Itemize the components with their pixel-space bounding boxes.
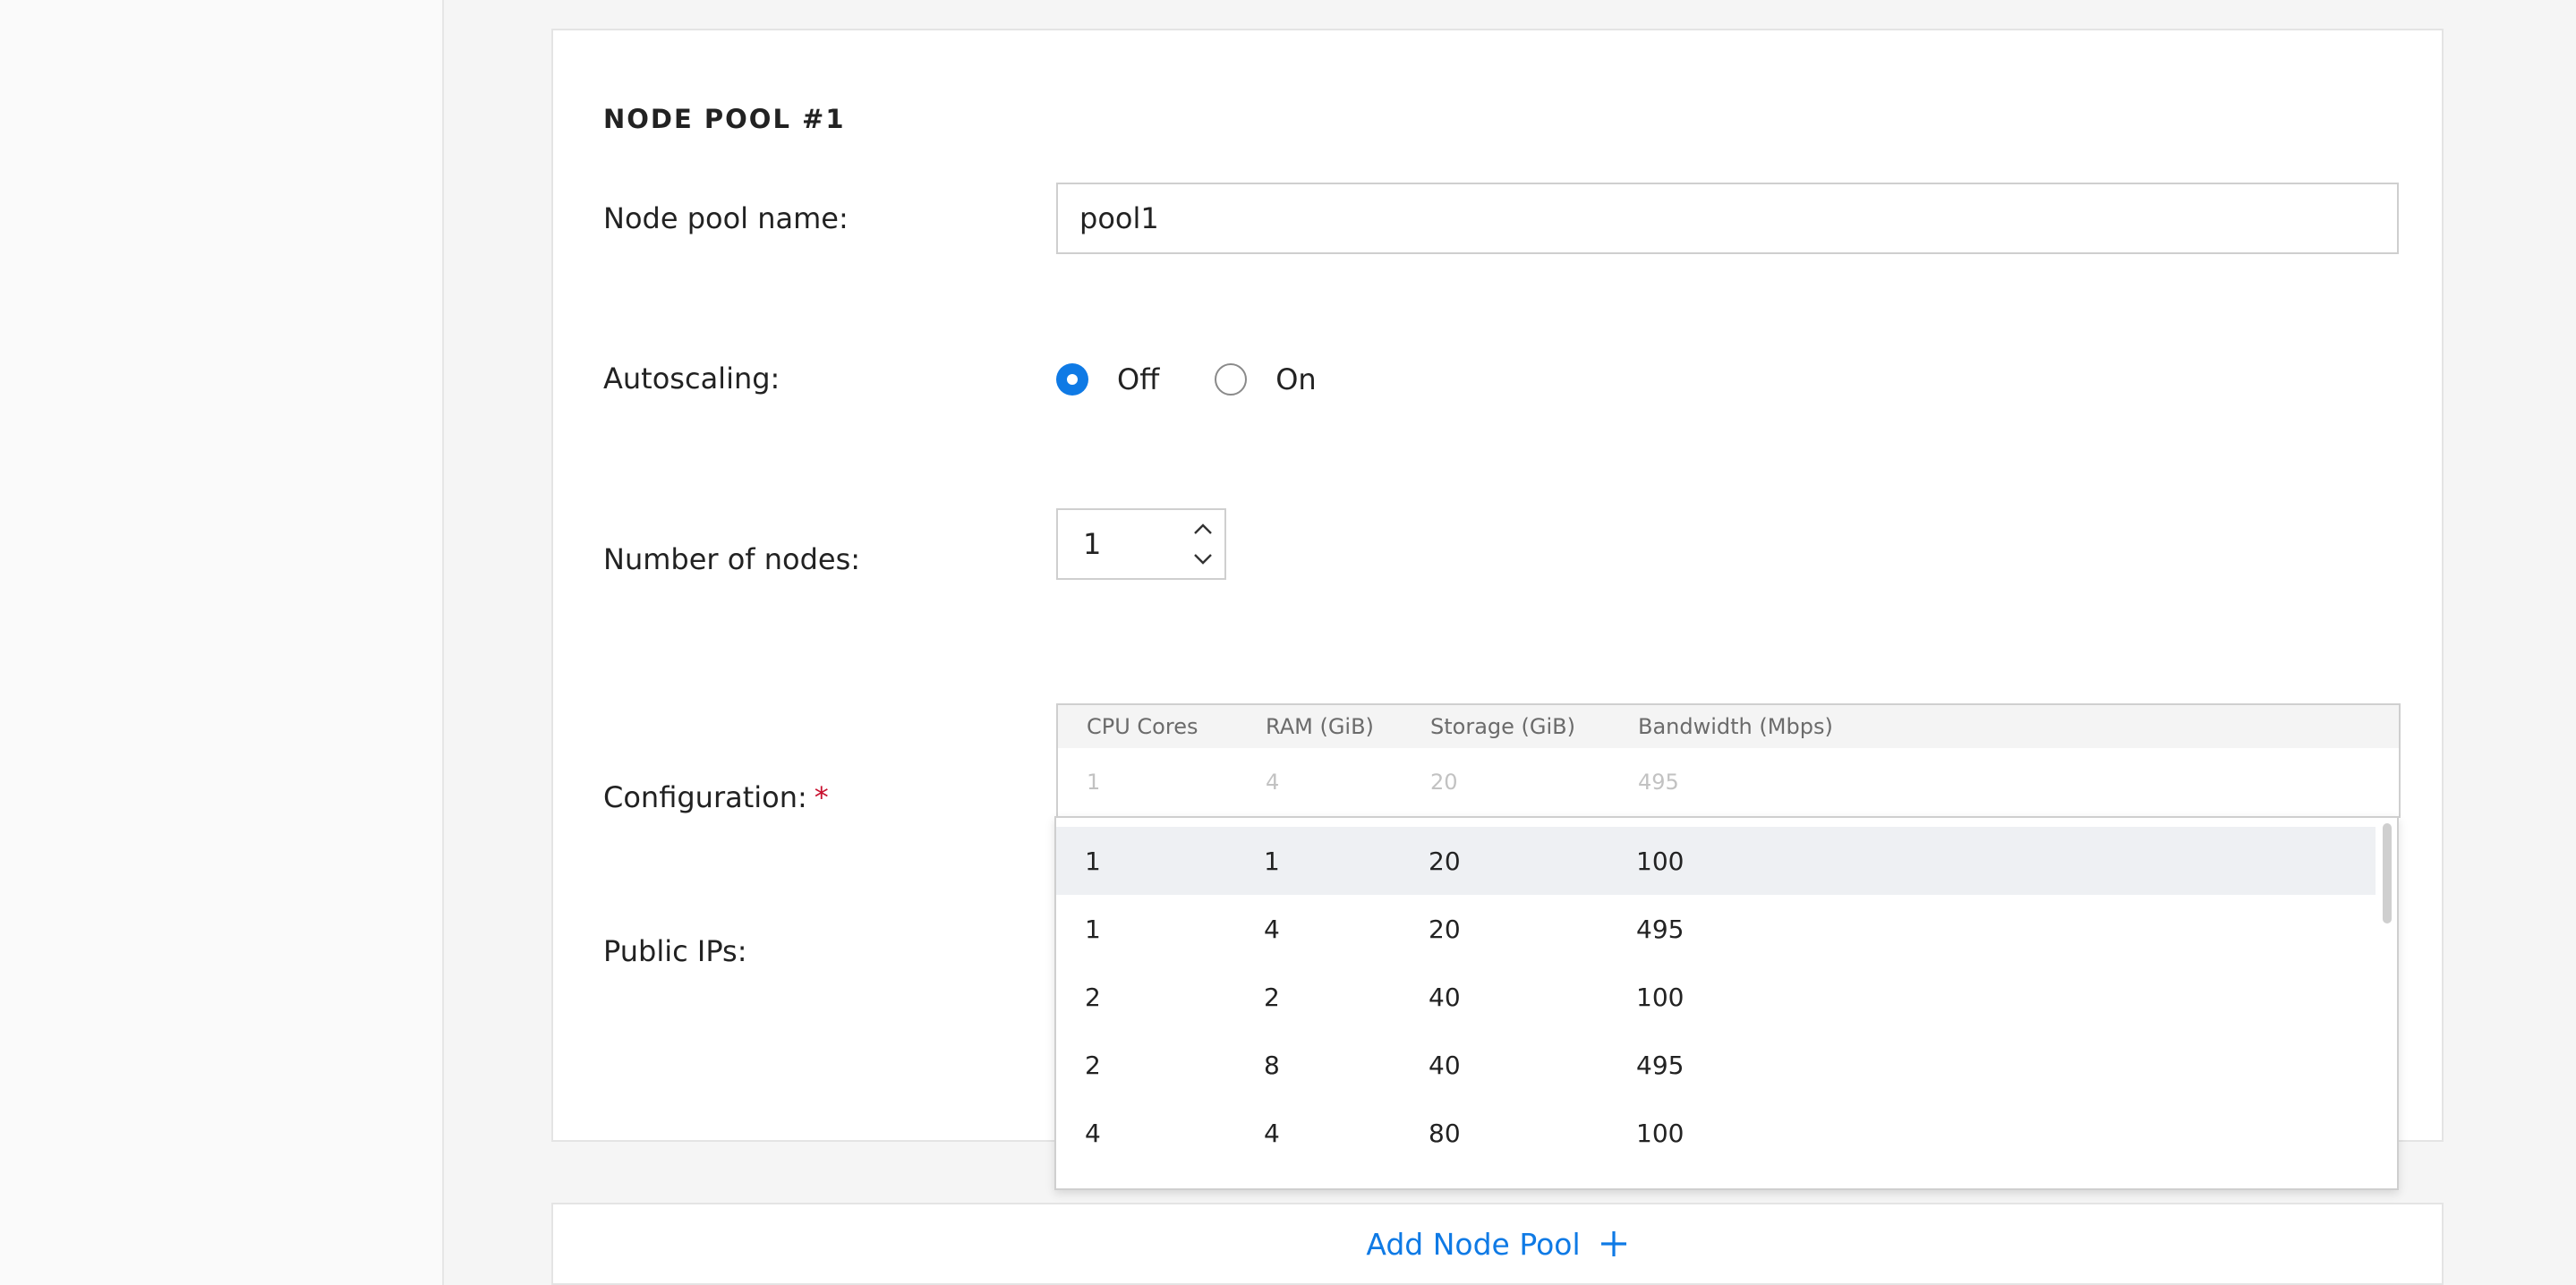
option-storage: 20 [1429, 846, 1461, 876]
option-bandwidth: 495 [1636, 1050, 1685, 1080]
option-ram: 8 [1264, 1050, 1280, 1080]
number-of-nodes-label: Number of nodes: [603, 542, 861, 576]
node-pool-name-value: pool1 [1079, 201, 1159, 235]
option-bandwidth: 100 [1636, 1118, 1685, 1148]
option-cpu: 1 [1085, 846, 1101, 876]
column-header-cpu: CPU Cores [1087, 714, 1198, 739]
option-bandwidth: 495 [1636, 914, 1685, 944]
autoscaling-on-radio[interactable] [1215, 363, 1248, 396]
configuration-label-text: Configuration: [603, 780, 807, 814]
option-cpu: 2 [1085, 982, 1101, 1012]
number-of-nodes-value: 1 [1083, 527, 1102, 561]
autoscaling-label: Autoscaling: [603, 362, 780, 396]
node-pool-name-label: Node pool name: [603, 201, 849, 235]
option-bandwidth: 100 [1636, 982, 1685, 1012]
option-cpu: 2 [1085, 1050, 1101, 1080]
option-ram: 2 [1264, 982, 1280, 1012]
list-item[interactable]: 2 2 40 100 [1056, 963, 2376, 1031]
list-item[interactable]: 1 1 20 100 [1056, 827, 2376, 895]
option-ram: 4 [1264, 1118, 1280, 1148]
left-sidebar [0, 0, 444, 1285]
chevron-down-icon[interactable] [1190, 549, 1215, 569]
configuration-label: Configuration: * [603, 780, 829, 814]
required-mark: * [814, 780, 829, 814]
option-storage: 80 [1429, 1118, 1461, 1148]
option-storage: 40 [1429, 982, 1461, 1012]
option-storage: 20 [1429, 914, 1461, 944]
autoscaling-off-radio[interactable] [1056, 363, 1088, 396]
dropdown-scrollbar[interactable] [2383, 823, 2392, 923]
list-item[interactable]: 1 4 20 495 [1056, 895, 2376, 963]
column-header-storage: Storage (GiB) [1430, 714, 1575, 739]
autoscaling-radio-group: Off On [1056, 362, 1372, 397]
node-pool-name-input[interactable]: pool1 [1056, 183, 2399, 254]
current-ram: 4 [1266, 770, 1280, 795]
public-ips-label: Public IPs: [603, 934, 747, 968]
autoscaling-on-label[interactable]: On [1275, 362, 1316, 396]
autoscaling-off-label[interactable]: Off [1117, 362, 1159, 396]
configuration-current-value[interactable]: 1 4 20 495 [1058, 748, 2399, 816]
option-cpu: 1 [1085, 914, 1101, 944]
option-ram: 4 [1264, 914, 1280, 944]
current-cpu: 1 [1087, 770, 1101, 795]
list-item[interactable]: 4 4 80 100 [1056, 1099, 2376, 1167]
list-item[interactable]: 2 8 40 495 [1056, 1031, 2376, 1099]
configuration-column-headers: CPU Cores RAM (GiB) Storage (GiB) Bandwi… [1058, 705, 2399, 748]
page-title: NODE POOL #1 [603, 104, 846, 134]
option-storage: 40 [1429, 1050, 1461, 1080]
plus-icon [1599, 1229, 1629, 1259]
column-header-ram: RAM (GiB) [1266, 714, 1374, 739]
column-header-bandwidth: Bandwidth (Mbps) [1638, 714, 1833, 739]
add-node-pool-button[interactable]: Add Node Pool [551, 1203, 2444, 1285]
option-cpu: 4 [1085, 1118, 1101, 1148]
configuration-dropdown[interactable]: 1 1 20 100 1 4 20 495 2 2 40 100 2 8 40 … [1054, 816, 2399, 1190]
option-ram: 1 [1264, 846, 1280, 876]
current-bandwidth: 495 [1638, 770, 1679, 795]
current-storage: 20 [1430, 770, 1458, 795]
option-bandwidth: 100 [1636, 846, 1685, 876]
number-of-nodes-stepper[interactable]: 1 [1056, 508, 1226, 580]
chevron-up-icon[interactable] [1190, 519, 1215, 539]
add-node-pool-label: Add Node Pool [1366, 1226, 1581, 1262]
configuration-select[interactable]: CPU Cores RAM (GiB) Storage (GiB) Bandwi… [1056, 703, 2401, 818]
